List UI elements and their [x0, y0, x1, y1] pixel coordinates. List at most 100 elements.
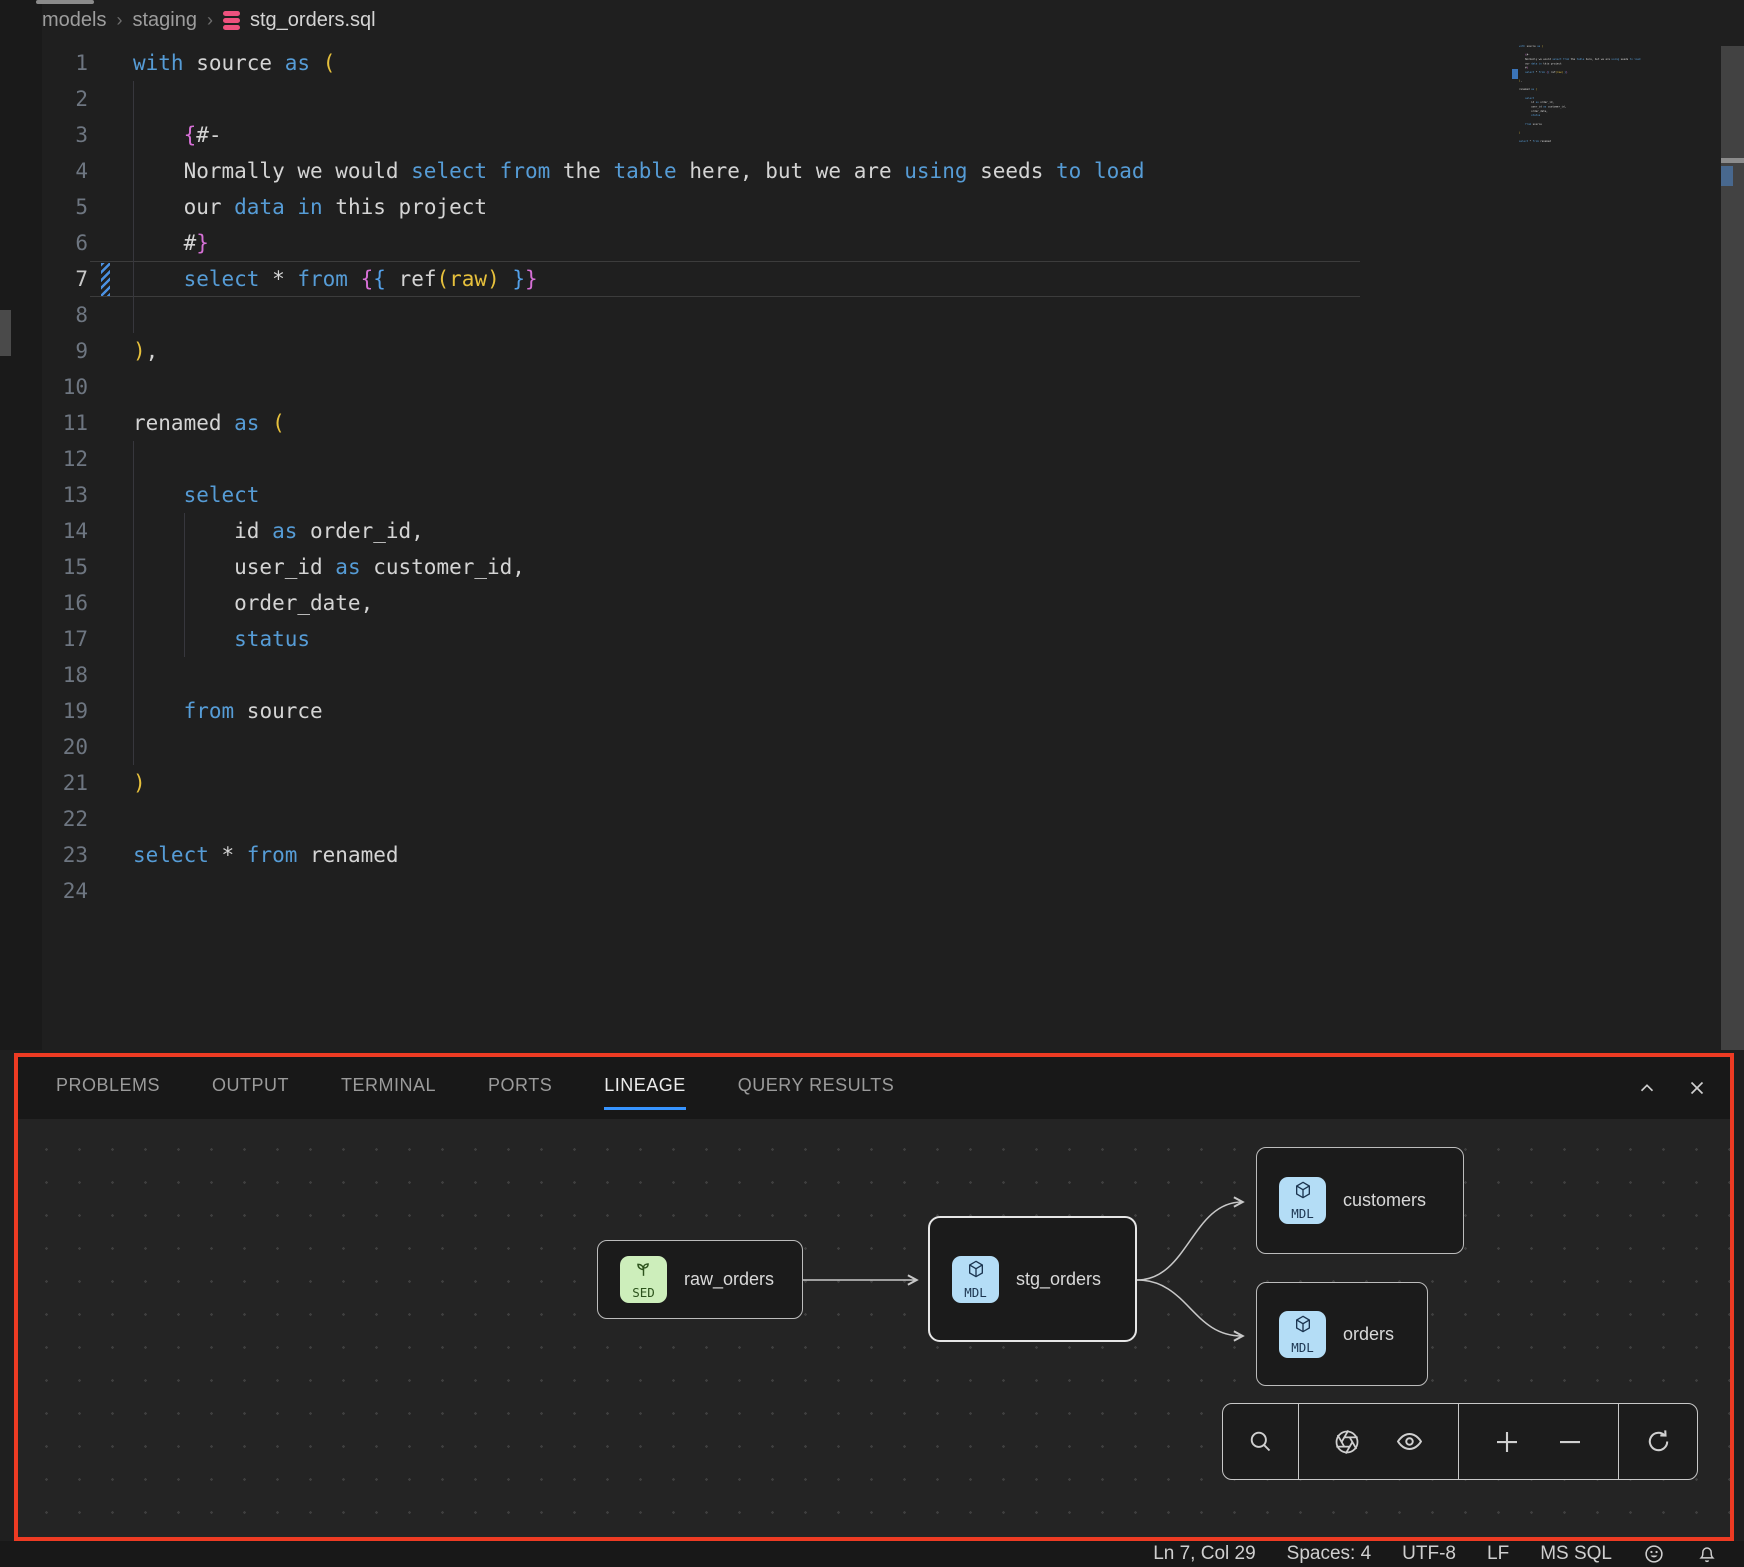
line-number: 24: [42, 873, 88, 909]
overview-ruler-modified-marker: [1721, 166, 1733, 186]
chevron-right-icon: ›: [207, 10, 213, 31]
code-line[interactable]: #}: [133, 225, 1145, 261]
close-panel-icon[interactable]: [1686, 1077, 1708, 1099]
node-label: orders: [1343, 1324, 1394, 1345]
node-label: raw_orders: [684, 1269, 774, 1290]
zoom-out-icon[interactable]: [1555, 1427, 1585, 1457]
seedling-icon: [634, 1260, 653, 1284]
zoom-in-icon[interactable]: [1492, 1427, 1522, 1457]
eol-sequence[interactable]: LF: [1487, 1543, 1509, 1565]
search-icon[interactable]: [1247, 1428, 1274, 1455]
cube-icon: [966, 1259, 986, 1284]
minimap[interactable]: with source as ( {#- Normally we would s…: [1519, 44, 1719, 154]
modified-line-gutter-marker: [101, 263, 110, 296]
panel-tab-output[interactable]: OUTPUT: [212, 1067, 289, 1110]
code-line[interactable]: ),: [133, 333, 1145, 369]
code-line[interactable]: ): [133, 765, 1145, 801]
code-line[interactable]: Normally we would select from the table …: [133, 153, 1145, 189]
panel-tab-ports[interactable]: PORTS: [488, 1067, 552, 1110]
line-number: 10: [42, 369, 88, 405]
code-content[interactable]: with source as ( {#- Normally we would s…: [133, 45, 1145, 909]
code-line[interactable]: select: [133, 477, 1145, 513]
code-editor[interactable]: models › staging › stg_orders.sql 123456…: [0, 0, 1744, 1050]
code-line[interactable]: [133, 297, 1145, 333]
line-number: 17: [42, 621, 88, 657]
code-line[interactable]: status: [133, 621, 1145, 657]
code-line[interactable]: status: [1519, 113, 1543, 117]
line-number: 8: [42, 297, 88, 333]
code-line[interactable]: [133, 369, 1145, 405]
code-line[interactable]: [133, 801, 1145, 837]
line-number: 20: [42, 729, 88, 765]
line-number: 16: [42, 585, 88, 621]
line-number: 1: [42, 45, 88, 81]
panel-tab-terminal[interactable]: TERMINAL: [341, 1067, 436, 1110]
refresh-icon[interactable]: [1644, 1427, 1673, 1456]
line-number: 22: [42, 801, 88, 837]
code-line[interactable]: from source: [1519, 122, 1543, 126]
code-line[interactable]: id as order_id,: [133, 513, 1145, 549]
line-number: 12: [42, 441, 88, 477]
maximize-panel-chevron-icon[interactable]: [1636, 1077, 1658, 1099]
aperture-icon[interactable]: [1333, 1428, 1361, 1456]
model-badge: MDL: [1279, 1177, 1326, 1224]
panel-tab-lineage[interactable]: LINEAGE: [604, 1067, 686, 1110]
editor-scrollbar[interactable]: [1721, 46, 1744, 1050]
line-number: 19: [42, 693, 88, 729]
line-number: 21: [42, 765, 88, 801]
seed-badge: SED: [620, 1256, 667, 1303]
lineage-node-customers[interactable]: MDL customers: [1256, 1147, 1464, 1254]
status-bar: Ln 7, Col 29 Spaces: 4 UTF-8 LF MS SQL: [0, 1541, 1744, 1567]
breadcrumb: models › staging › stg_orders.sql: [42, 0, 376, 40]
panel-tab-problems[interactable]: PROBLEMS: [56, 1067, 160, 1110]
code-line[interactable]: select * from {{ ref(raw) }}: [1519, 70, 1543, 74]
code-line[interactable]: [133, 873, 1145, 909]
feedback-smiley-icon[interactable]: [1643, 1543, 1665, 1565]
code-line[interactable]: renamed as (: [133, 405, 1145, 441]
line-number: 18: [42, 657, 88, 693]
panel-tab-query-results[interactable]: QUERY RESULTS: [738, 1067, 895, 1110]
code-line[interactable]: select * from renamed: [1519, 139, 1543, 143]
code-line[interactable]: select * from renamed: [133, 837, 1145, 873]
code-line[interactable]: [1519, 143, 1543, 147]
code-line[interactable]: [133, 81, 1145, 117]
badge-label: MDL: [964, 1285, 987, 1300]
code-line[interactable]: [133, 657, 1145, 693]
badge-label: MDL: [1291, 1206, 1314, 1221]
breadcrumb-filename[interactable]: stg_orders.sql: [250, 9, 376, 32]
code-line[interactable]: our data in this project: [133, 189, 1145, 225]
code-line[interactable]: select * from {{ ref(raw) }}: [133, 261, 1145, 297]
line-number: 6: [42, 225, 88, 261]
code-line[interactable]: from source: [133, 693, 1145, 729]
code-line[interactable]: {#-: [133, 117, 1145, 153]
line-number: 11: [42, 405, 88, 441]
badge-label: MDL: [1291, 1340, 1314, 1355]
line-number: 9: [42, 333, 88, 369]
line-number-gutter: 123456789101112131415161718192021222324: [42, 45, 88, 909]
breadcrumb-folder-staging[interactable]: staging: [132, 9, 197, 32]
code-line[interactable]: [133, 729, 1145, 765]
notifications-bell-icon[interactable]: [1696, 1543, 1718, 1565]
lineage-node-orders[interactable]: MDL orders: [1256, 1282, 1428, 1386]
lineage-node-stg_orders[interactable]: MDL stg_orders: [928, 1216, 1137, 1342]
chevron-right-icon: ›: [116, 10, 122, 31]
code-line[interactable]: user_id as customer_id,: [133, 549, 1145, 585]
code-line[interactable]: order_date,: [133, 585, 1145, 621]
code-line[interactable]: [133, 441, 1145, 477]
breadcrumb-folder-models[interactable]: models: [42, 9, 106, 32]
encoding[interactable]: UTF-8: [1402, 1543, 1456, 1565]
lineage-node-raw_orders[interactable]: SED raw_orders: [597, 1240, 803, 1319]
cursor-position[interactable]: Ln 7, Col 29: [1153, 1543, 1255, 1565]
eye-visibility-icon[interactable]: [1395, 1427, 1424, 1456]
minimap-modified-marker: [1512, 69, 1518, 79]
node-label: customers: [1343, 1190, 1426, 1211]
code-line[interactable]: with source as (: [133, 45, 1145, 81]
line-number: 2: [42, 81, 88, 117]
model-badge: MDL: [1279, 1311, 1326, 1358]
sidebar-scrollbar-thumb[interactable]: [0, 310, 11, 356]
cube-icon: [1293, 1180, 1313, 1205]
language-mode[interactable]: MS SQL: [1540, 1543, 1612, 1565]
indentation-setting[interactable]: Spaces: 4: [1287, 1543, 1372, 1565]
line-number: 14: [42, 513, 88, 549]
code-line[interactable]: with source as (: [1519, 44, 1543, 48]
